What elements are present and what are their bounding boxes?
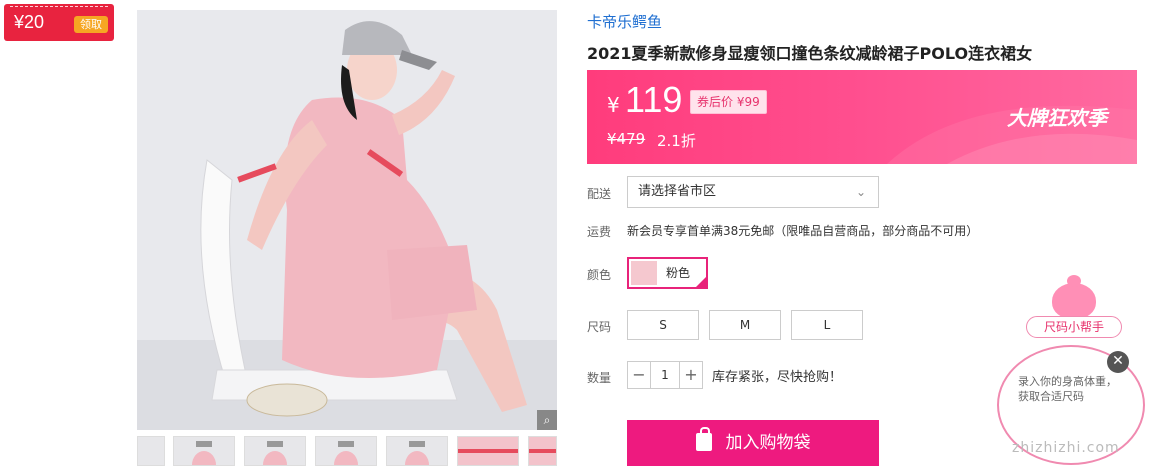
original-price: ¥479 — [607, 130, 646, 148]
color-label: 颜色 — [587, 268, 612, 282]
thumbnail-2[interactable] — [244, 436, 306, 466]
delivery-region-select[interactable]: 请选择省市区 ⌄ — [627, 176, 879, 208]
delivery-label: 配送 — [587, 187, 612, 201]
quantity-decrease-button[interactable]: − — [627, 361, 651, 389]
thumbnail-2-image — [263, 441, 287, 465]
promo-title: 大牌狂欢季 — [1007, 106, 1107, 130]
coupon-badge[interactable]: ¥20 领取 — [4, 4, 114, 41]
coupon-claim-button[interactable]: 领取 — [74, 16, 108, 33]
add-to-cart-button[interactable]: 加入购物袋 — [627, 420, 879, 466]
quantity-increase-button[interactable]: + — [679, 361, 703, 389]
thumbnail-3-image — [334, 441, 358, 465]
watermark-text: zhizhizhi.com — [1012, 440, 1120, 456]
price-currency: ¥ — [607, 93, 620, 117]
current-price: 119 — [625, 79, 683, 120]
product-title: 2021夏季新款修身显瘦领口撞色条纹减龄裙子POLO连衣裙女 — [587, 44, 1033, 63]
thumbnail-5-image — [458, 437, 518, 465]
after-coupon-price: 券后价 ¥99 — [690, 90, 767, 114]
chevron-down-icon: ⌄ — [855, 185, 866, 199]
price-banner: ¥ 119 券后价 ¥99 ¥479 2.1折 大牌狂欢季 — [587, 70, 1137, 164]
magnifier-icon[interactable]: ⌕ — [537, 410, 557, 430]
discount-rate: 2.1折 — [657, 132, 696, 150]
color-option-pink[interactable]: 粉色 — [627, 257, 708, 289]
product-photo — [137, 10, 557, 430]
thumbnail-3[interactable] — [315, 436, 377, 466]
thumbnail-1-image — [192, 441, 216, 465]
close-icon[interactable]: ✕ — [1107, 351, 1129, 373]
thumbnail-4[interactable] — [386, 436, 448, 466]
thumbnail-6-image — [529, 437, 556, 465]
thumbnail-1[interactable] — [173, 436, 235, 466]
size-option-l[interactable]: L — [791, 310, 863, 340]
size-option-s[interactable]: S — [627, 310, 699, 340]
size-helper-text: 录入你的身高体重，获取合适尺码 — [1018, 375, 1117, 403]
selected-check-icon — [694, 275, 708, 289]
shopping-bag-icon — [695, 427, 712, 451]
add-to-cart-label: 加入购物袋 — [725, 433, 811, 453]
delivery-region-placeholder: 请选择省市区 — [638, 184, 717, 199]
color-option-label: 粉色 — [666, 266, 691, 280]
size-option-m[interactable]: M — [709, 310, 781, 340]
coupon-amount: ¥20 — [14, 12, 45, 32]
thumbnail-5[interactable] — [457, 436, 519, 466]
size-label: 尺码 — [587, 320, 612, 334]
shipping-info: 新会员专享首单满38元免邮（限唯品自营商品，部分商品不可用） — [627, 224, 979, 238]
quantity-input[interactable]: 1 — [651, 361, 679, 389]
main-product-image[interactable] — [137, 10, 557, 430]
brand-link[interactable]: 卡帝乐鳄鱼 — [587, 11, 662, 32]
thumbnail-prev-arrow[interactable] — [137, 436, 165, 466]
size-helper-button[interactable]: 尺码小帮手 — [1026, 316, 1122, 338]
quantity-label: 数量 — [587, 371, 612, 385]
thumbnail-4-image — [405, 441, 429, 465]
thumbnail-strip — [137, 436, 557, 466]
coupon-dash — [10, 6, 108, 7]
shipping-label: 运费 — [587, 225, 612, 239]
color-swatch-image — [631, 261, 657, 285]
mascot-icon — [1052, 275, 1096, 319]
stock-warning: 库存紧张，尽快抢购！ — [712, 370, 843, 385]
thumbnail-6[interactable] — [528, 436, 557, 466]
